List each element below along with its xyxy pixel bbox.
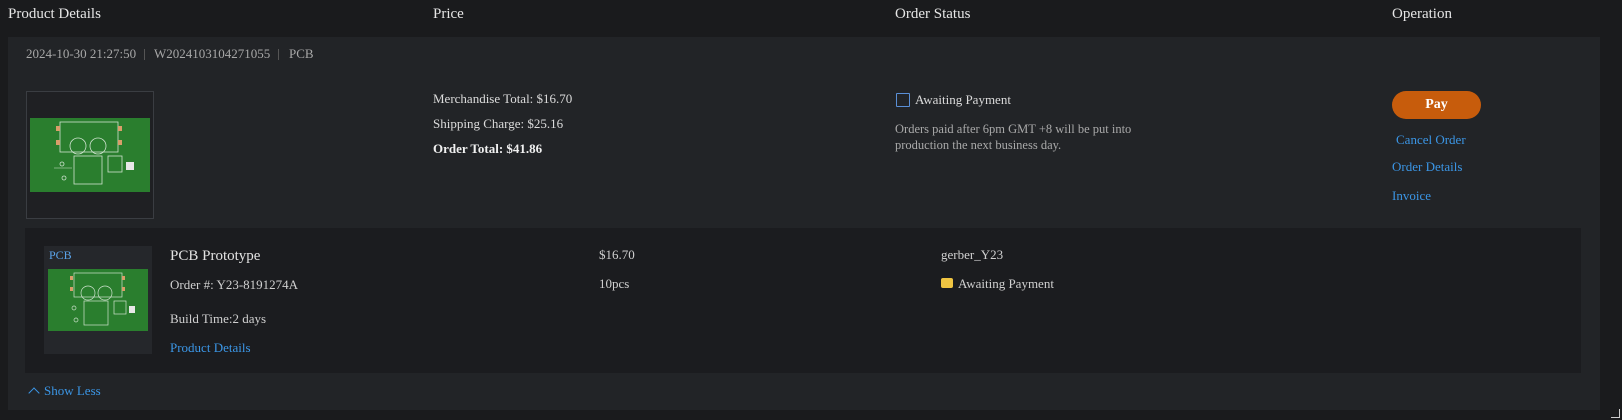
order-datetime: 2024-10-30 21:27:50 <box>26 46 137 61</box>
order-thumbnail[interactable] <box>26 91 154 219</box>
meta-separator <box>278 49 279 60</box>
order-total: Order Total: $41.86 <box>433 141 543 156</box>
item-quantity: 10pcs <box>599 276 630 291</box>
pcb-board-image <box>48 269 148 331</box>
pcb-layout-graphic <box>70 272 135 326</box>
shipping-charge: Shipping Charge: $25.16 <box>433 116 564 131</box>
item-price: $16.70 <box>599 247 635 262</box>
item-file-name: gerber_Y23 <box>941 247 1004 262</box>
payment-cutoff-note: Orders paid after 6pm GMT +8 will be put… <box>895 122 1132 152</box>
pcb-board-image <box>30 118 150 192</box>
item-thumbnail[interactable]: PCB <box>44 246 152 354</box>
item-category-tag: PCB <box>49 248 72 262</box>
resize-handle[interactable] <box>1611 409 1620 418</box>
order-details-link[interactable]: Order Details <box>1392 159 1462 175</box>
pcb-layout-graphic <box>54 121 134 185</box>
merchandise-total: Merchandise Total: $16.70 <box>433 91 573 106</box>
invoice-link[interactable]: Invoice <box>1392 188 1431 204</box>
header-operation: Operation <box>1392 6 1452 22</box>
order-category: PCB <box>289 46 314 61</box>
item-build-time: Build Time:2 days <box>170 311 267 326</box>
item-title: PCB Prototype <box>170 248 261 264</box>
search-status-icon <box>896 93 910 107</box>
header-price: Price <box>433 6 464 22</box>
show-less-toggle[interactable]: Show Less <box>44 383 101 399</box>
folder-icon <box>941 278 953 288</box>
pay-button[interactable]: Pay <box>1392 91 1481 119</box>
product-details-link[interactable]: Product Details <box>170 340 251 356</box>
meta-separator <box>144 49 145 60</box>
cancel-order-link[interactable]: Cancel Order <box>1396 132 1466 148</box>
order-id: W2024103104271055 <box>154 46 271 61</box>
order-status-label: Awaiting Payment <box>915 92 1011 107</box>
item-order-number: Order #: Y23-8191274A <box>170 277 299 292</box>
item-status: Awaiting Payment <box>958 276 1054 291</box>
header-product-details: Product Details <box>8 6 101 22</box>
header-order-status: Order Status <box>895 6 971 22</box>
